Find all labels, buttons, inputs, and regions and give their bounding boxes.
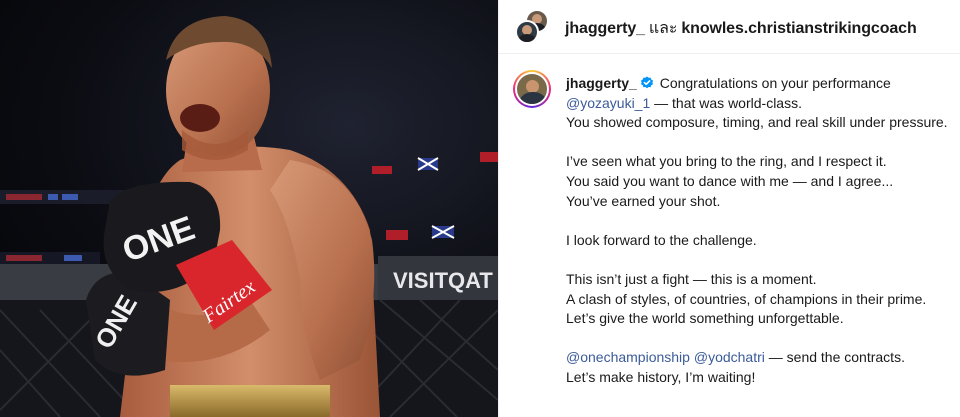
collab-avatars[interactable] bbox=[513, 9, 549, 45]
caption-line: You showed composure, timing, and real s… bbox=[566, 114, 948, 131]
caption-line: I look forward to the challenge. bbox=[566, 231, 757, 248]
caption-text: jhaggerty_ Congratulations on your perfo… bbox=[566, 74, 956, 388]
author-username-1[interactable]: jhaggerty_ bbox=[565, 20, 645, 37]
author-conjunction: และ bbox=[648, 20, 678, 37]
mention-link[interactable]: @yozayuki_1 bbox=[566, 95, 650, 111]
caption-line: You’ve earned your shot. bbox=[566, 192, 721, 209]
caption-line: A clash of styles, of countries, of cham… bbox=[566, 290, 927, 307]
post-side-panel: jhaggerty_ และ knowles.christianstrikingco… bbox=[498, 0, 960, 417]
caption-line: — that was world-class. bbox=[650, 94, 802, 111]
caption-line: Congratulations on your performance bbox=[659, 75, 891, 91]
verified-badge-icon bbox=[640, 76, 653, 89]
avatar[interactable] bbox=[515, 20, 539, 44]
fighter-illustration: VISITQAT ONE ONE Fairtex bbox=[0, 16, 498, 417]
caption-line: — send the contracts. bbox=[764, 349, 905, 366]
fighter-trunks bbox=[170, 385, 330, 417]
mention-link[interactable]: @onechampionship bbox=[566, 349, 690, 365]
mention-link[interactable]: @yodchatri bbox=[694, 349, 765, 365]
caption-line: This isn’t just a fight — this is a mome… bbox=[566, 270, 817, 287]
caption-avatar[interactable] bbox=[513, 70, 551, 108]
fighter-mouth bbox=[180, 104, 220, 132]
post-header: jhaggerty_ และ knowles.christianstrikingco… bbox=[499, 0, 960, 54]
caption-line: Let’s give the world something unforgett… bbox=[566, 310, 844, 327]
caption-line: I’ve seen what you bring to the ring, an… bbox=[566, 153, 887, 170]
caption-line: Let’s make history, I’m waiting! bbox=[566, 368, 756, 385]
post-photo[interactable]: VISITQAT ONE ONE Fairtex bbox=[0, 0, 498, 417]
caption-username[interactable]: jhaggerty_ bbox=[566, 75, 637, 91]
author-username-2[interactable]: knowles.christianstrikingcoach bbox=[681, 20, 916, 37]
caption-line: You said you want to dance with me — and… bbox=[566, 172, 894, 189]
post-authors: jhaggerty_ และ knowles.christianstrikingco… bbox=[565, 16, 917, 41]
banner-text: VISITQAT bbox=[393, 268, 493, 293]
